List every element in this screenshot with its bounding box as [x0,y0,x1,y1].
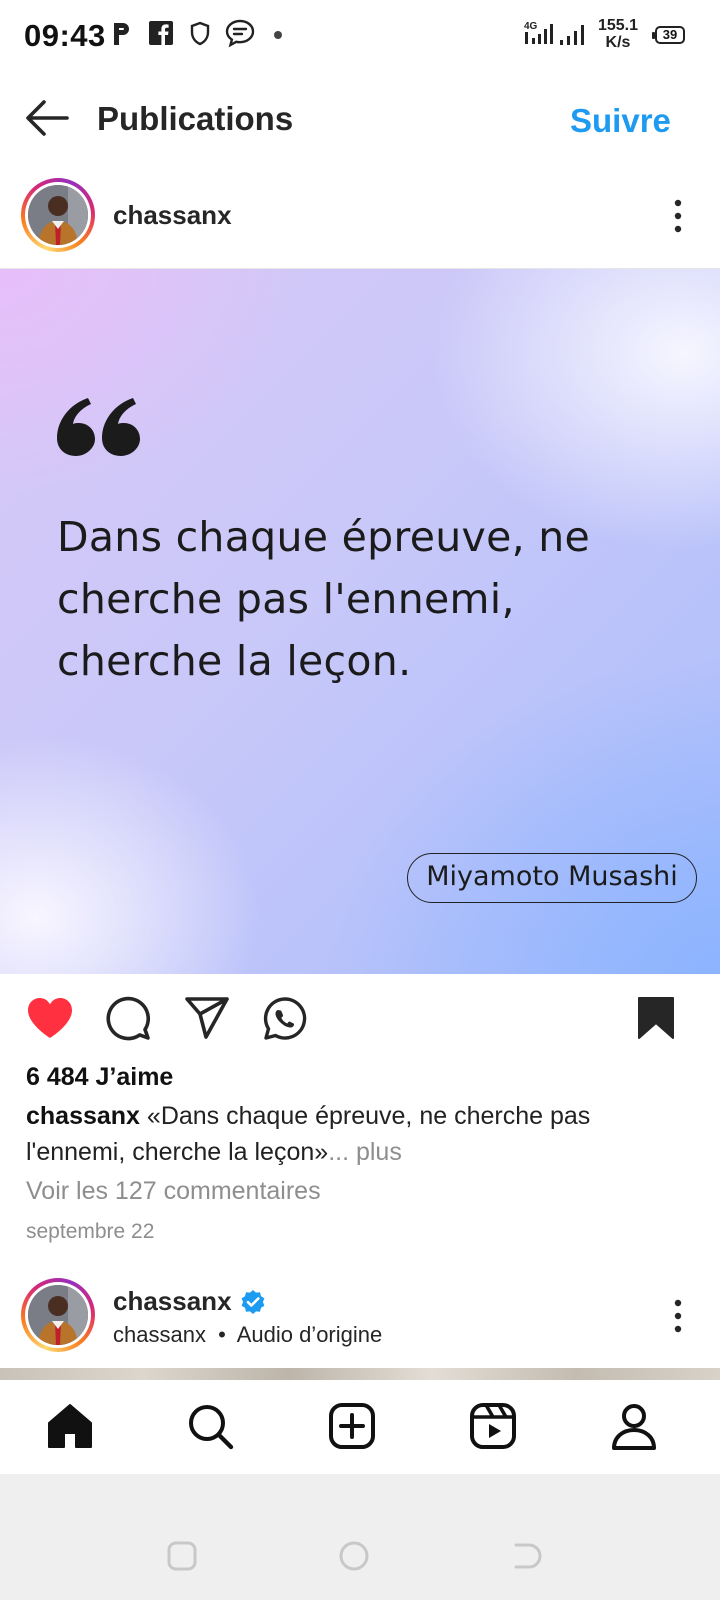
parking-app-icon [110,20,134,48]
new-post-icon[interactable] [328,1402,376,1450]
status-bar: 09:43 4G 155.1 K/s 39 [0,0,720,72]
home-button-icon[interactable] [338,1540,370,1572]
avatar-photo [28,1285,88,1345]
caption-more-link[interactable]: ... plus [328,1138,402,1166]
subline-separator: • [218,1322,226,1347]
shield-icon [188,20,212,48]
save-bookmark-icon[interactable] [636,996,676,1040]
avatar[interactable] [21,178,95,252]
home-icon[interactable] [46,1402,94,1450]
comment-icon[interactable] [105,996,151,1042]
like-heart-icon[interactable] [26,996,74,1040]
network-speed-value: 155.1 [597,17,639,34]
next-post-more-options-icon[interactable] [668,1298,688,1334]
network-speed: 155.1 K/s [592,17,644,51]
post-date: septembre 22 [26,1220,155,1243]
next-post-avatar[interactable] [21,1278,95,1352]
network-type-label: 4G [524,21,538,32]
network-speed-unit: K/s [605,34,631,51]
signal-4g-icon: 4G [522,18,554,48]
system-navigation-bar [0,1474,720,1600]
audio-link[interactable]: Audio d’origine [237,1322,383,1347]
next-post-image-edge [0,1368,720,1380]
system-back-icon[interactable] [510,1540,542,1572]
recent-apps-icon[interactable] [166,1540,198,1572]
back-arrow-icon[interactable] [24,98,70,138]
message-bubble-icon [224,18,256,48]
status-time: 09:43 [24,18,106,53]
quote-text: Dans chaque épreuve, ne cherche pas l'en… [57,513,591,685]
post-caption: chassanx «Dans chaque épreuve, ne cherch… [26,1098,686,1170]
share-send-icon[interactable] [184,996,230,1040]
facebook-icon [148,20,174,46]
next-post-subline-user[interactable]: chassanx [113,1322,206,1347]
caption-username[interactable]: chassanx [26,1102,140,1130]
notification-dot-icon [274,31,282,39]
profile-icon[interactable] [610,1402,658,1450]
whatsapp-icon[interactable] [262,996,308,1042]
search-icon[interactable] [186,1402,234,1450]
quote-mark-icon [56,398,140,456]
like-count[interactable]: 6 484 J’aime [26,1063,173,1092]
next-post-subline: chassanx • Audio d’origine [113,1322,382,1348]
battery-indicator: 39 [652,26,685,44]
page-title: Publications [97,100,294,137]
more-options-icon[interactable] [668,198,688,234]
signal-icon [558,22,588,48]
post-username[interactable]: chassanx [113,200,232,231]
next-post-username[interactable]: chassanx [113,1286,232,1317]
follow-button[interactable]: Suivre [570,102,671,140]
view-comments-link[interactable]: Voir les 127 commentaires [26,1177,321,1206]
reels-icon[interactable] [469,1402,517,1450]
quote-author: Miyamoto Musashi [407,853,697,903]
verified-badge-icon [240,1289,266,1315]
avatar-photo [28,185,88,245]
